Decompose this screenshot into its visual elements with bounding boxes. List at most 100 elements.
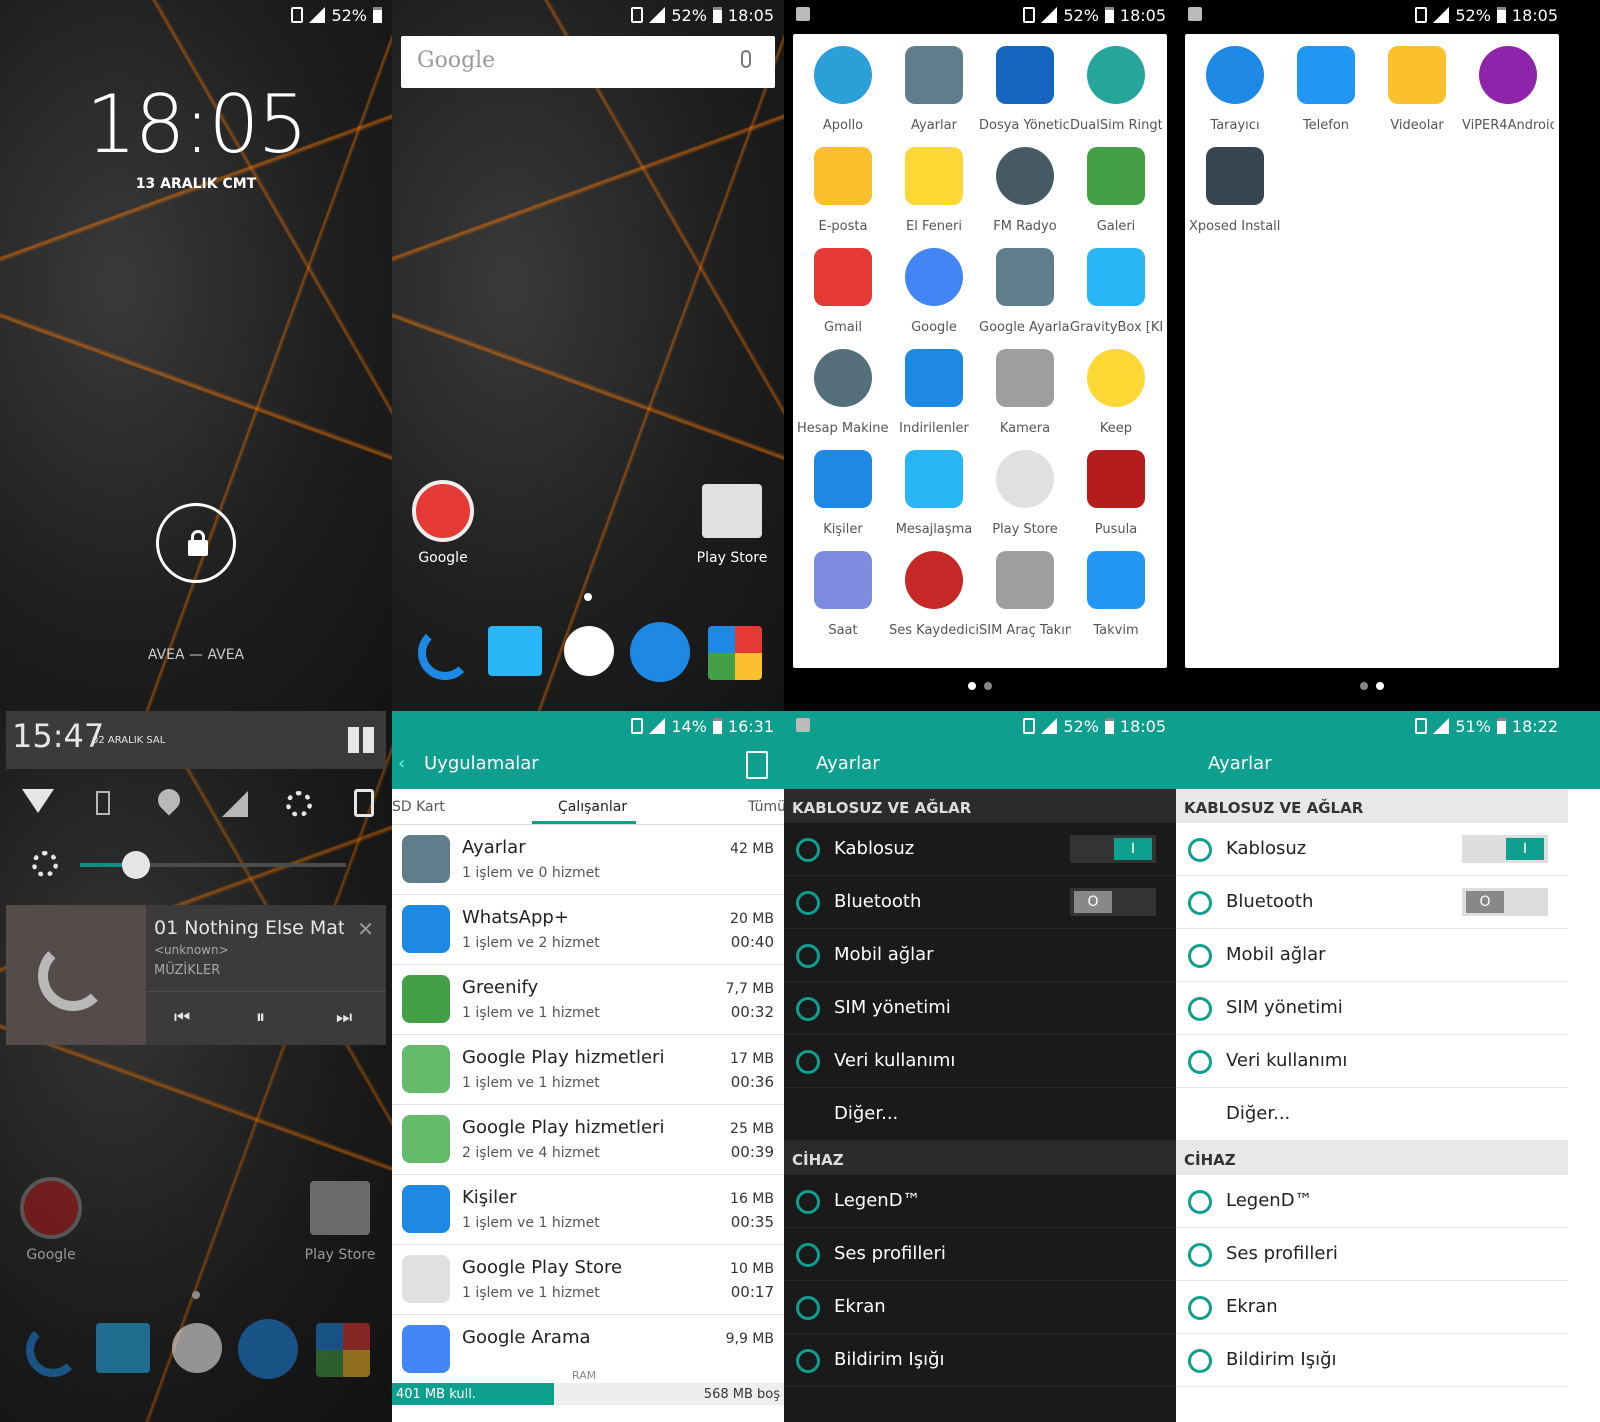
settings-item[interactable]: Veri kullanımı bbox=[784, 1035, 1176, 1088]
dismiss-icon[interactable]: ✕ bbox=[357, 917, 374, 941]
photos-icon[interactable] bbox=[708, 626, 762, 680]
bluetooth-switch[interactable]: O bbox=[1462, 888, 1548, 916]
app-icon[interactable] bbox=[905, 349, 963, 407]
brightness-toggle-icon[interactable] bbox=[286, 791, 312, 817]
bluetooth-toggle-icon[interactable] bbox=[96, 791, 110, 815]
app-drawer-icon[interactable] bbox=[564, 626, 614, 676]
settings-item[interactable]: Bildirim Işığı bbox=[1176, 1334, 1568, 1387]
settings-item[interactable]: Ses profilleri bbox=[1176, 1228, 1568, 1281]
messaging-icon[interactable] bbox=[96, 1323, 150, 1373]
tab-running[interactable]: Çalışanlar bbox=[558, 799, 627, 815]
play-store-shortcut[interactable] bbox=[310, 1181, 370, 1235]
mic-icon[interactable] bbox=[741, 50, 751, 68]
app-icon[interactable] bbox=[905, 450, 963, 508]
app-icon[interactable] bbox=[1087, 349, 1145, 407]
table-row[interactable]: Google Play hizmetleri 1 işlem ve 1 hizme… bbox=[392, 1035, 784, 1105]
settings-item[interactable]: Kablosuz I bbox=[1176, 823, 1568, 876]
phone-icon[interactable] bbox=[26, 1323, 80, 1377]
app-icon[interactable] bbox=[996, 349, 1054, 407]
back-icon[interactable]: ‹ bbox=[398, 753, 405, 774]
app-icon[interactable] bbox=[1087, 450, 1145, 508]
app-icon[interactable] bbox=[1087, 551, 1145, 609]
app-process-info: 1 işlem ve 1 hizmet bbox=[462, 1285, 600, 1301]
slider-thumb[interactable] bbox=[122, 851, 150, 879]
settings-item[interactable]: SIM yönetimi bbox=[1176, 982, 1568, 1035]
settings-item[interactable]: Ses profilleri bbox=[784, 1228, 1176, 1281]
setting-icon bbox=[796, 997, 820, 1021]
gmail-shortcut[interactable] bbox=[20, 1177, 82, 1239]
browser-icon[interactable] bbox=[630, 622, 690, 682]
app-icon[interactable] bbox=[1087, 147, 1145, 205]
app-icon[interactable] bbox=[1087, 248, 1145, 306]
settings-item[interactable]: Ekran bbox=[784, 1281, 1176, 1334]
app-icon[interactable] bbox=[996, 551, 1054, 609]
battery-percent: 52% bbox=[1063, 5, 1099, 25]
location-toggle-icon[interactable] bbox=[153, 784, 185, 816]
settings-item[interactable]: SIM yönetimi bbox=[784, 982, 1176, 1035]
app-icon[interactable] bbox=[814, 349, 872, 407]
settings-item[interactable]: Mobil ağlar bbox=[1176, 929, 1568, 982]
settings-item[interactable]: Bluetooth O bbox=[1176, 876, 1568, 929]
brightness-slider[interactable] bbox=[80, 851, 346, 879]
next-icon[interactable]: ⏭ bbox=[336, 1007, 352, 1028]
table-row[interactable]: Greenify 1 işlem ve 1 hizmet 7,7 MB 00:32 bbox=[392, 965, 784, 1035]
settings-item[interactable]: Diğer... bbox=[1176, 1088, 1568, 1141]
app-icon[interactable] bbox=[814, 46, 872, 104]
photos-icon[interactable] bbox=[316, 1323, 370, 1377]
unlock-button[interactable] bbox=[156, 503, 236, 583]
settings-item[interactable]: LegenD™ bbox=[1176, 1175, 1568, 1228]
storage-icon[interactable] bbox=[746, 751, 768, 779]
app-icon bbox=[402, 1185, 450, 1233]
app-icon[interactable] bbox=[996, 450, 1054, 508]
app-icon[interactable] bbox=[1087, 46, 1145, 104]
app-icon[interactable] bbox=[1206, 147, 1264, 205]
settings-item[interactable]: Veri kullanımı bbox=[1176, 1035, 1568, 1088]
app-icon[interactable] bbox=[814, 551, 872, 609]
app-icon[interactable] bbox=[905, 147, 963, 205]
app-icon[interactable] bbox=[905, 551, 963, 609]
google-search-bar[interactable]: Google bbox=[401, 36, 775, 88]
settings-item[interactable]: LegenD™ bbox=[784, 1175, 1176, 1228]
bluetooth-switch[interactable]: O bbox=[1070, 888, 1156, 916]
tab-sd-card[interactable]: SD Kart bbox=[392, 799, 445, 815]
music-notification[interactable]: 01 Nothing Else Mat... ✕ <unknown> MÜZİK… bbox=[6, 905, 386, 1045]
messaging-icon[interactable] bbox=[488, 626, 542, 676]
phone-icon[interactable] bbox=[418, 626, 472, 680]
settings-item[interactable]: Kablosuz I bbox=[784, 823, 1176, 876]
wifi-toggle-icon[interactable] bbox=[22, 789, 54, 813]
table-row[interactable]: Google Play Store 1 işlem ve 1 hizmet 10 M… bbox=[392, 1245, 784, 1315]
table-row[interactable]: Ayarlar 1 işlem ve 0 hizmet 42 MB bbox=[392, 825, 784, 895]
browser-icon[interactable] bbox=[238, 1319, 298, 1379]
wifi-switch[interactable]: I bbox=[1462, 835, 1548, 863]
vibrate-toggle-icon[interactable] bbox=[354, 789, 374, 817]
wifi-switch[interactable]: I bbox=[1070, 835, 1156, 863]
settings-item[interactable]: Diğer... bbox=[784, 1088, 1176, 1141]
app-icon[interactable] bbox=[814, 147, 872, 205]
table-row[interactable]: WhatsApp+ 1 işlem ve 2 hizmet 20 MB 00:40 bbox=[392, 895, 784, 965]
app-icon[interactable] bbox=[905, 46, 963, 104]
play-store-shortcut[interactable] bbox=[702, 484, 762, 538]
app-icon[interactable] bbox=[1297, 46, 1355, 104]
settings-item[interactable]: Mobil ağlar bbox=[784, 929, 1176, 982]
settings-item[interactable]: Bildirim Işığı bbox=[784, 1334, 1176, 1387]
app-icon[interactable] bbox=[905, 248, 963, 306]
app-icon[interactable] bbox=[1206, 46, 1264, 104]
pause-icon[interactable]: ⏸ bbox=[256, 1007, 265, 1028]
mobile-data-toggle-icon[interactable] bbox=[222, 791, 248, 817]
app-icon[interactable] bbox=[996, 46, 1054, 104]
settings-item[interactable]: Bluetooth O bbox=[784, 876, 1176, 929]
app-icon[interactable] bbox=[996, 248, 1054, 306]
app-icon[interactable] bbox=[1479, 46, 1537, 104]
table-row[interactable]: Kişiler 1 işlem ve 1 hizmet 16 MB 00:35 bbox=[392, 1175, 784, 1245]
gmail-shortcut[interactable] bbox=[412, 480, 474, 542]
app-icon[interactable] bbox=[1388, 46, 1446, 104]
previous-icon[interactable]: ⏮ bbox=[174, 1007, 190, 1028]
tab-all[interactable]: Tümü bbox=[748, 799, 784, 815]
settings-item[interactable]: Ekran bbox=[1176, 1281, 1568, 1334]
quick-settings-icon[interactable] bbox=[348, 727, 374, 753]
app-drawer-icon[interactable] bbox=[172, 1323, 222, 1373]
app-icon[interactable] bbox=[814, 450, 872, 508]
app-icon[interactable] bbox=[996, 147, 1054, 205]
app-icon[interactable] bbox=[814, 248, 872, 306]
table-row[interactable]: Google Play hizmetleri 2 işlem ve 4 hizme… bbox=[392, 1105, 784, 1175]
